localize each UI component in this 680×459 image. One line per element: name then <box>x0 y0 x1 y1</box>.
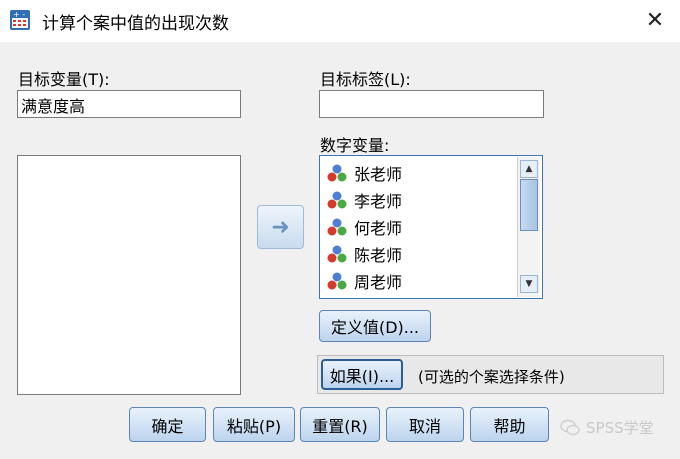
help-button[interactable]: 帮助 <box>470 407 549 442</box>
list-item[interactable]: 李老师 <box>326 187 402 213</box>
list-item[interactable]: 陈老师 <box>326 241 402 267</box>
target-variable-label: 目标变量(T): <box>18 70 110 89</box>
if-condition-note: (可选的个案选择条件) <box>418 368 565 386</box>
reset-button[interactable]: 重置(R) <box>300 407 380 442</box>
watermark: SPSS学堂 <box>560 417 654 438</box>
target-label-input[interactable] <box>319 90 544 118</box>
list-item-label: 陈老师 <box>354 246 403 265</box>
scroll-thumb[interactable] <box>520 179 538 231</box>
list-scrollbar[interactable]: ▲ ▼ <box>517 157 540 297</box>
variable-scale-icon <box>327 272 347 290</box>
window-title: 计算个案中值的出现次数 <box>42 14 229 34</box>
list-item-label: 何老师 <box>354 219 403 238</box>
ok-button[interactable]: 确定 <box>129 407 206 442</box>
paste-button[interactable]: 粘贴(P) <box>213 407 295 442</box>
svg-text:+ -: + - <box>13 10 25 19</box>
variable-scale-icon <box>327 218 347 236</box>
variable-scale-icon <box>327 191 347 209</box>
target-variable-value: 满意度高 <box>21 97 86 116</box>
wechat-icon <box>560 419 580 435</box>
watermark-text: SPSS学堂 <box>586 419 654 437</box>
target-label-label: 目标标签(L): <box>320 70 411 89</box>
arrow-right-icon: ➜ <box>271 214 290 240</box>
move-variable-button[interactable]: ➜ <box>257 205 304 249</box>
close-button[interactable]: ✕ <box>640 6 670 36</box>
scroll-up-arrow[interactable]: ▲ <box>520 160 538 178</box>
variable-scale-icon <box>327 164 347 182</box>
variable-scale-icon <box>327 245 347 263</box>
if-button[interactable]: 如果(I)... <box>321 359 403 390</box>
list-item-label: 周老师 <box>354 273 403 292</box>
define-values-button[interactable]: 定义值(D)... <box>319 310 431 342</box>
list-item-label: 张老师 <box>354 165 403 184</box>
list-item-label: 李老师 <box>354 192 403 211</box>
cancel-button[interactable]: 取消 <box>386 407 464 442</box>
list-item[interactable]: 张老师 <box>326 160 402 186</box>
source-variable-list[interactable] <box>17 155 241 395</box>
list-item[interactable]: 何老师 <box>326 214 402 240</box>
title-bar: + - 计算个案中值的出现次数 ✕ <box>0 0 680 42</box>
list-item[interactable]: 周老师 <box>326 268 402 294</box>
calculator-icon: + - <box>10 10 30 30</box>
numeric-variables-list[interactable]: 张老师 李老师 何老师 陈老师 周老师 <box>319 155 543 299</box>
scroll-down-arrow[interactable]: ▼ <box>520 275 538 293</box>
numeric-variables-label: 数字变量: <box>320 136 390 155</box>
target-variable-input[interactable]: 满意度高 <box>17 90 241 118</box>
